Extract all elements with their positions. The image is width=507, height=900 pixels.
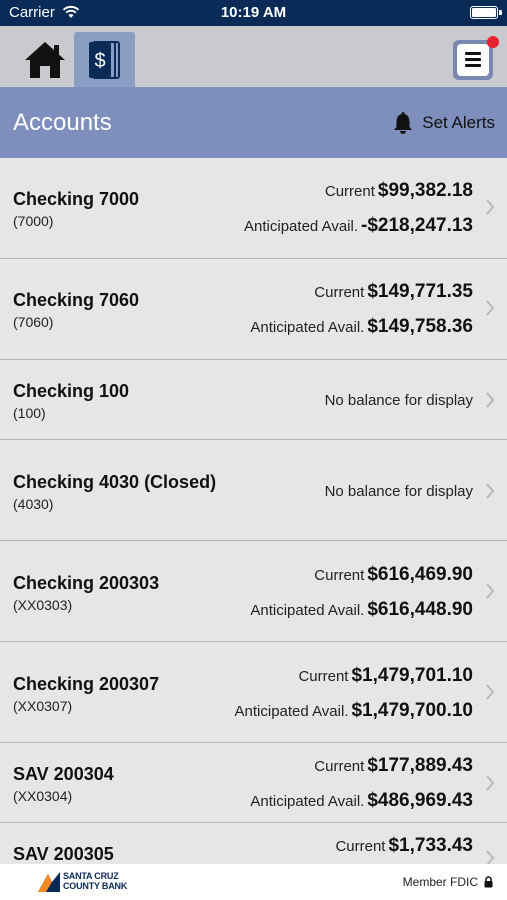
current-label: Current (324, 183, 375, 200)
anticipated-label: Anticipated Avail. (244, 218, 358, 235)
menu-button[interactable] (453, 36, 499, 80)
bank-logo-mark (38, 872, 60, 892)
chevron-right-icon (486, 300, 495, 316)
current-label: Current (298, 668, 349, 685)
home-icon (24, 41, 65, 78)
status-bar: Carrier 10:19 AM (0, 0, 507, 26)
account-row[interactable]: Checking 4030 (Closed) (4030) No balance… (0, 440, 507, 541)
account-name: Checking 200303 (13, 573, 160, 593)
bell-icon (394, 112, 413, 134)
account-name: Checking 200307 (13, 674, 160, 694)
bank-logo: SANTA CRUZ COUNTY BANK (38, 870, 128, 894)
tab-home[interactable] (14, 32, 75, 87)
anticipated-balance: $486,969.43 (367, 790, 473, 811)
account-number: (XX0303) (13, 597, 73, 613)
tab-accounts[interactable]: $ (74, 32, 135, 87)
account-name: Checking 7000 (13, 189, 140, 209)
account-number: (100) (13, 405, 46, 421)
account-row[interactable]: Checking 100 (100) No balance for displa… (0, 360, 507, 440)
account-number: (4030) (13, 496, 54, 512)
current-label: Current (314, 758, 365, 775)
account-number: (XX0307) (13, 698, 73, 714)
account-row[interactable]: SAV 200304 (XX0304) Current $177,889.43 A… (0, 743, 507, 823)
accounts-list[interactable]: Checking 7000 (7000) Current $99,382.18 A… (0, 158, 507, 864)
svg-text:$: $ (94, 50, 105, 72)
current-label: Current (335, 838, 386, 855)
fdic-label: Member FDIC (402, 875, 478, 889)
chevron-right-icon (486, 850, 495, 864)
chevron-right-icon (486, 775, 495, 791)
anticipated-label: Anticipated Avail. (234, 703, 349, 720)
footer: SANTA CRUZ COUNTY BANK Member FDIC (0, 864, 507, 900)
current-balance: $1,479,701.10 (351, 665, 473, 686)
anticipated-balance: $616,448.90 (367, 599, 473, 620)
member-fdic: Member FDIC (403, 875, 493, 889)
current-balance: $99,382.18 (377, 180, 473, 201)
account-row[interactable]: Checking 7000 (7000) Current $99,382.18 A… (0, 158, 507, 259)
account-row[interactable]: Checking 200307 (XX0307) Current $1,479,7… (0, 642, 507, 743)
current-label: Current (314, 284, 365, 301)
current-balance: $616,469.90 (367, 564, 473, 585)
account-name: Checking 7060 (13, 290, 140, 310)
account-name: Checking 4030 (Closed) (13, 472, 217, 492)
account-number: (7000) (13, 213, 54, 229)
logo-line1: SANTA CRUZ (63, 871, 119, 881)
anticipated-balance: $1,479,700.10 (351, 700, 473, 721)
account-number: (XX0304) (13, 788, 73, 804)
account-row[interactable]: SAV 200305 Current $1,733.43 (0, 823, 507, 864)
notification-dot (487, 36, 499, 48)
anticipated-label: Anticipated Avail. (250, 602, 365, 619)
current-balance: $149,771.35 (367, 281, 473, 302)
lock-icon (484, 876, 493, 888)
chevron-right-icon (486, 684, 495, 700)
logo-line2: COUNTY BANK (63, 881, 128, 891)
set-alerts-label: Set Alerts (422, 113, 495, 132)
account-name: SAV 200304 (13, 764, 114, 784)
account-name: Checking 100 (13, 381, 130, 401)
account-row[interactable]: Checking 7060 (7060) Current $149,771.35 … (0, 259, 507, 360)
page-title: Accounts (13, 109, 112, 136)
chevron-right-icon (486, 583, 495, 599)
clock: 10:19 AM (220, 4, 287, 21)
current-balance: $1,733.43 (388, 835, 473, 856)
current-label: Current (314, 567, 365, 584)
anticipated-balance: -$218,247.13 (361, 215, 473, 236)
anticipated-balance: $149,758.36 (367, 316, 473, 337)
set-alerts-button[interactable]: Set Alerts (391, 111, 495, 135)
chevron-right-icon (486, 392, 495, 408)
account-name: SAV 200305 (13, 844, 114, 864)
title-bar: Accounts Set Alerts (0, 87, 507, 158)
battery-icon (470, 6, 502, 19)
no-balance-text: No balance for display (324, 483, 473, 500)
dollar-document-icon: $ (88, 40, 120, 79)
anticipated-label: Anticipated Avail. (250, 793, 365, 810)
chevron-right-icon (486, 483, 495, 499)
hamburger-menu-icon (457, 44, 489, 76)
current-balance: $177,889.43 (367, 755, 473, 776)
no-balance-text: No balance for display (324, 392, 473, 409)
account-row[interactable]: Checking 200303 (XX0303) Current $616,469… (0, 541, 507, 642)
account-number: (7060) (13, 314, 54, 330)
chevron-right-icon (486, 199, 495, 215)
nav-bar: $ (0, 26, 507, 87)
anticipated-label: Anticipated Avail. (250, 319, 365, 336)
